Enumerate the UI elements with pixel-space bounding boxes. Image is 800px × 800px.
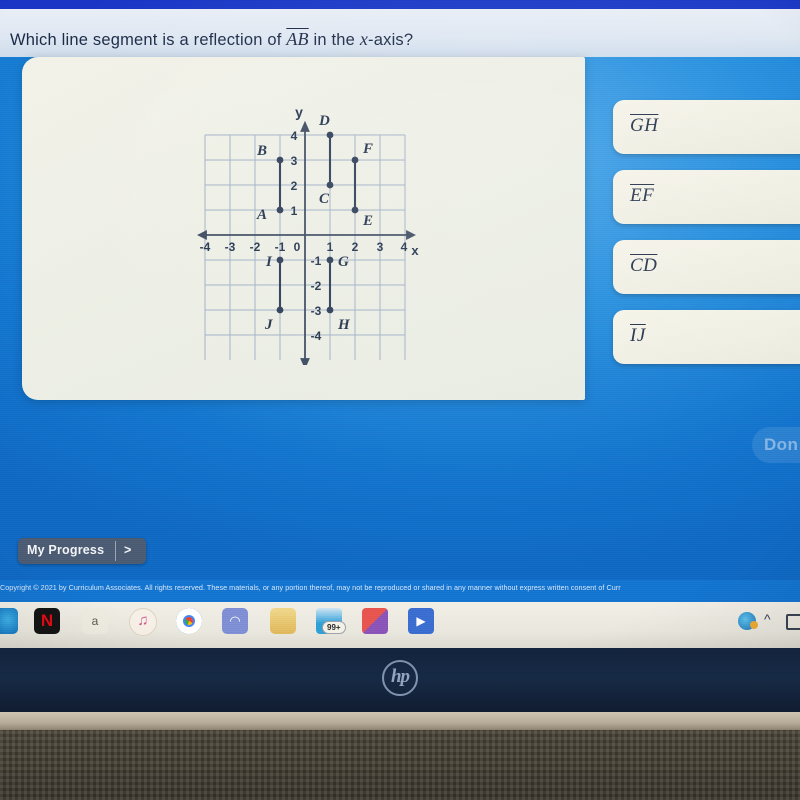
question-text: Which line segment is a reflection of AB…: [10, 29, 710, 50]
point-h: [326, 306, 334, 314]
label-g: G: [338, 254, 349, 270]
mail-unread-badge: 99+: [322, 621, 346, 634]
label-f: F: [362, 141, 373, 157]
answer-choice-cd[interactable]: CD: [613, 240, 800, 294]
windows-taskbar: [0, 602, 800, 648]
question-variable-x: x: [359, 29, 369, 49]
store-icon[interactable]: [362, 608, 388, 634]
answer-choice-ij-label: IJ: [630, 325, 646, 346]
point-b: [276, 156, 284, 164]
ytick-3: 3: [291, 154, 298, 168]
question-prefix: Which line segment is a reflection of: [10, 31, 287, 49]
label-a: A: [256, 207, 267, 223]
edge-icon[interactable]: [0, 608, 18, 634]
label-e: E: [362, 213, 373, 229]
x-tick-labels: -4 -3 -2 -1 0 1 2 3 4: [200, 240, 408, 254]
y-tick-labels: 4 3 2 1 -1 -2 -3 -4: [291, 129, 322, 343]
answer-choice-ef-label: EF: [630, 185, 655, 206]
discord-icon[interactable]: ◠: [222, 608, 248, 634]
ytick-1: 1: [291, 204, 298, 218]
xtick-3: 3: [377, 240, 384, 254]
point-a: [276, 206, 284, 214]
netflix-icon[interactable]: N: [34, 608, 60, 634]
sync-status-dot: [750, 621, 758, 629]
coordinate-plane-svg: A B C D E F G H I J -4 -3 -2 -1 0 1 2 3 …: [196, 104, 419, 365]
point-d: [326, 131, 334, 139]
hp-logo: hp: [382, 660, 418, 696]
coordinate-plane: A B C D E F G H I J -4 -3 -2 -1 0 1 2 3 …: [195, 95, 420, 365]
question-suffix: -axis?: [368, 31, 414, 49]
ytick--1: -1: [311, 254, 322, 268]
display-icon[interactable]: [786, 614, 800, 630]
chrome-icon[interactable]: [176, 608, 202, 634]
answer-choice-cd-label: CD: [630, 255, 658, 276]
chevron-right-icon: >: [124, 543, 132, 557]
point-i: [276, 256, 284, 264]
music-icon[interactable]: ♫: [129, 608, 157, 636]
question-segment-ab: AB: [286, 29, 309, 49]
desk-surface: [0, 730, 800, 800]
xtick--3: -3: [225, 240, 236, 254]
xtick-0: 0: [294, 240, 301, 254]
pinterest-icon[interactable]: [270, 608, 296, 634]
label-b: B: [256, 143, 267, 159]
laptop-hinge: [0, 712, 800, 730]
answer-choice-ij[interactable]: IJ: [613, 310, 800, 364]
done-button-label: Don: [764, 435, 799, 454]
xtick-1: 1: [327, 240, 334, 254]
my-progress-divider: [115, 541, 116, 561]
point-e: [351, 206, 359, 214]
ytick-2: 2: [291, 179, 298, 193]
x-axis-label: x: [411, 243, 419, 258]
label-d: D: [318, 113, 330, 129]
xtick--4: -4: [200, 240, 211, 254]
xtick--1: -1: [275, 240, 286, 254]
label-j: J: [264, 317, 273, 333]
copyright-text: Copyright © 2021 by Curriculum Associate…: [0, 583, 621, 592]
label-h: H: [337, 317, 351, 333]
label-c: C: [319, 191, 330, 207]
xtick--2: -2: [250, 240, 261, 254]
my-progress-button[interactable]: My Progress >: [18, 538, 146, 564]
my-progress-label: My Progress: [27, 543, 105, 557]
answer-choice-gh[interactable]: GH: [613, 100, 800, 154]
screenshot-root: Which line segment is a reflection of AB…: [0, 0, 800, 800]
ytick--4: -4: [311, 329, 322, 343]
point-f: [351, 156, 359, 164]
player-icon[interactable]: ▶: [408, 608, 434, 634]
xtick-2: 2: [352, 240, 359, 254]
done-button[interactable]: Don: [752, 427, 800, 463]
laptop-screen: Which line segment is a reflection of AB…: [0, 0, 800, 648]
ytick--3: -3: [311, 304, 322, 318]
answer-choice-list: GH EF CD IJ: [613, 100, 800, 380]
top-accent-strip: [0, 0, 800, 9]
label-i: I: [265, 254, 273, 270]
question-bar: Which line segment is a reflection of AB…: [0, 9, 800, 57]
question-middle: in the: [308, 31, 360, 49]
point-j: [276, 306, 284, 314]
app-icon[interactable]: a: [82, 608, 108, 634]
y-axis-label: y: [295, 104, 303, 120]
point-g: [326, 256, 334, 264]
answer-choice-ef[interactable]: EF: [613, 170, 800, 224]
chevron-up-icon[interactable]: ^: [764, 611, 771, 627]
answer-choice-gh-label: GH: [630, 115, 659, 136]
ytick-4: 4: [291, 129, 298, 143]
point-c: [326, 181, 334, 189]
ytick--2: -2: [311, 279, 322, 293]
xtick-4: 4: [401, 240, 408, 254]
